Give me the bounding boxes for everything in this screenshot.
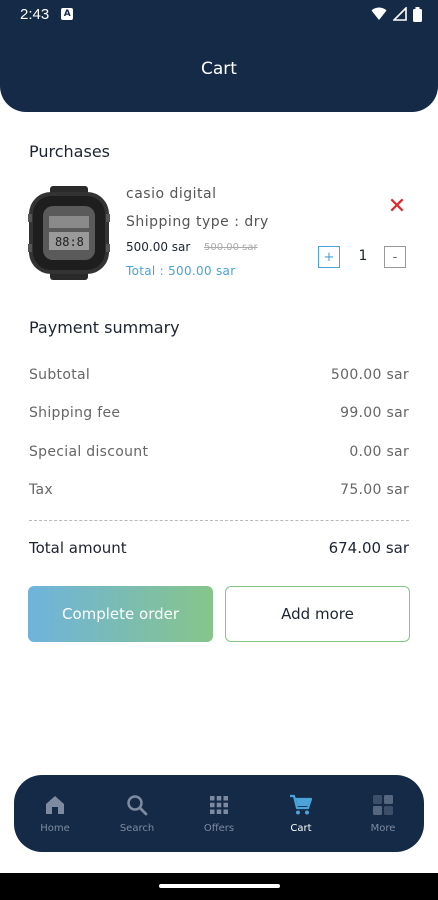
- search-icon: [127, 795, 148, 816]
- nav-item-cart[interactable]: Cart: [260, 775, 342, 852]
- home-icon: [46, 796, 64, 814]
- product-name: casio digital: [126, 186, 217, 202]
- status-bar: 2:43 A: [0, 0, 438, 28]
- app-header: Cart: [0, 28, 438, 112]
- product-image[interactable]: 88:8: [28, 186, 110, 280]
- battery-icon: [413, 6, 422, 22]
- notification-icon: A: [61, 8, 74, 20]
- summary-value: 0.00 sar: [349, 444, 409, 460]
- bottom-navigation: Home Search Offers Cart More: [14, 775, 424, 852]
- nav-item-more[interactable]: More: [342, 775, 424, 852]
- product-total: Total : 500.00 sar: [126, 264, 236, 278]
- quantity-value: 1: [358, 248, 368, 264]
- purchases-title: Purchases: [29, 142, 110, 161]
- summary-divider: [29, 520, 409, 521]
- quantity-increase-button[interactable]: +: [318, 246, 340, 268]
- summary-label: Special discount: [29, 444, 149, 460]
- shipping-type: Shipping type : dry: [126, 214, 269, 230]
- summary-value: 75.00 sar: [340, 482, 409, 498]
- nav-item-offers[interactable]: Offers: [178, 775, 260, 852]
- summary-value: 99.00 sar: [340, 405, 409, 421]
- total-amount-row: Total amount 674.00 sar: [29, 539, 409, 557]
- summary-label: Tax: [29, 482, 53, 498]
- complete-order-button[interactable]: Complete order: [28, 586, 213, 642]
- summary-value: 500.00 sar: [330, 367, 409, 383]
- product-price: 500.00 sar: [126, 240, 191, 254]
- total-value: 674.00 sar: [328, 539, 409, 557]
- summary-row-subtotal: Subtotal 500.00 sar: [29, 367, 409, 383]
- summary-label: Shipping fee: [29, 405, 121, 421]
- payment-summary-title: Payment summary: [29, 318, 180, 337]
- more-icon: [373, 795, 393, 815]
- wifi-icon: [371, 7, 387, 20]
- nav-item-home[interactable]: Home: [14, 775, 96, 852]
- watch-icon: 88:8: [28, 186, 110, 280]
- quantity-decrease-button[interactable]: -: [384, 246, 406, 268]
- nav-label: Cart: [290, 823, 312, 834]
- nav-label: Search: [119, 823, 155, 834]
- summary-label: Subtotal: [29, 367, 91, 383]
- product-old-price: 500.00 sar: [204, 242, 258, 253]
- nav-label: Home: [40, 823, 70, 834]
- add-more-button[interactable]: Add more: [225, 586, 410, 642]
- summary-row-tax: Tax 75.00 sar: [29, 482, 409, 498]
- signal-icon: [393, 7, 407, 21]
- status-icons: [371, 6, 422, 22]
- cart-icon: [290, 794, 313, 815]
- summary-row-discount: Special discount 0.00 sar: [29, 444, 409, 460]
- page-title: Cart: [201, 59, 237, 79]
- summary-row-shipping: Shipping fee 99.00 sar: [29, 405, 409, 421]
- total-label: Total amount: [29, 539, 127, 557]
- nav-item-search[interactable]: Search: [96, 775, 178, 852]
- remove-item-button[interactable]: ✕: [386, 196, 408, 218]
- status-time: 2:43: [20, 5, 50, 23]
- svg-text:88:8: 88:8: [55, 235, 84, 249]
- nav-label: More: [370, 823, 396, 834]
- grid-icon: [210, 796, 228, 814]
- home-gesture-handle[interactable]: [159, 884, 280, 888]
- nav-label: Offers: [203, 823, 235, 834]
